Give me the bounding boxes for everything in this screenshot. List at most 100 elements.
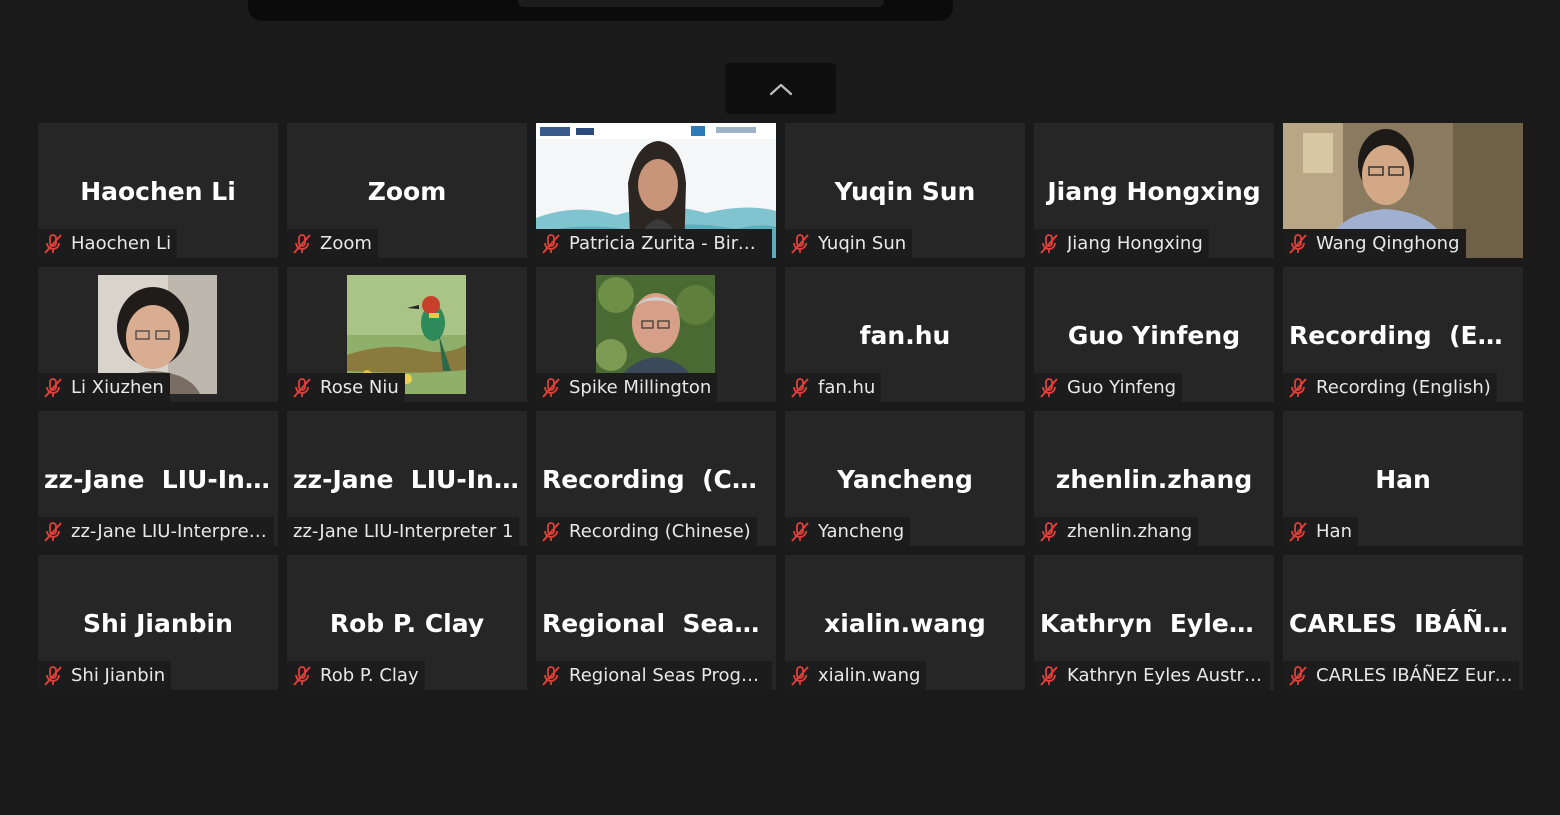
participant-display-name: zz-Jane LIU-Int... xyxy=(44,465,272,494)
participant-tile[interactable]: Rose Niu xyxy=(287,267,527,402)
participant-display-name: Rob P. Clay xyxy=(329,609,485,638)
microphone-muted-icon xyxy=(1040,665,1058,686)
participant-name-tag: Guo Yinfeng xyxy=(1034,373,1183,402)
participant-label: Rob P. Clay xyxy=(320,665,419,686)
microphone-muted-icon xyxy=(293,377,311,398)
microphone-muted-icon xyxy=(791,233,809,254)
participant-display-name: Zoom xyxy=(367,177,447,206)
microphone-muted-icon xyxy=(542,665,560,686)
participant-name-tag: Jiang Hongxing xyxy=(1034,229,1209,258)
participant-name-tag: Recording (English) xyxy=(1283,373,1497,402)
participant-tile-video[interactable]: Wang Qinghong xyxy=(1283,123,1523,258)
participant-tile[interactable]: zz-Jane LIU-Int... zz-Jane LIU-Interpret… xyxy=(38,411,278,546)
participant-label: zhenlin.zhang xyxy=(1067,521,1193,542)
microphone-muted-icon xyxy=(542,521,560,542)
participant-display-name: Guo Yinfeng xyxy=(1067,321,1241,350)
participant-tile[interactable]: Recording (Chi... Recording (Chinese) xyxy=(536,411,776,546)
participant-label: Rose Niu xyxy=(320,377,399,398)
participant-name-tag: Han xyxy=(1283,517,1358,546)
microphone-muted-icon xyxy=(1040,521,1058,542)
participant-tile[interactable]: Shi Jianbin Shi Jianbin xyxy=(38,555,278,690)
participant-tile[interactable]: xialin.wang xialin.wang xyxy=(785,555,1025,690)
participant-label: CARLES IBÁÑEZ Eurecat xyxy=(1316,665,1513,686)
participant-label: Patricia Zurita - BirdLif... xyxy=(569,233,766,254)
participant-name-tag: Rose Niu xyxy=(287,373,405,402)
participant-name-tag: Li Xiuzhen xyxy=(38,373,170,402)
participant-tile[interactable]: CARLES IBÁÑEZ... CARLES IBÁÑEZ Eurecat xyxy=(1283,555,1523,690)
participant-name-tag: zhenlin.zhang xyxy=(1034,517,1199,546)
participant-display-name: zz-Jane LIU-Int... xyxy=(293,465,521,494)
participant-label: Recording (Chinese) xyxy=(569,521,751,542)
participant-tile[interactable]: Jiang Hongxing Jiang Hongxing xyxy=(1034,123,1274,258)
microphone-muted-icon xyxy=(293,233,311,254)
participant-name-tag: Spike Millington xyxy=(536,373,718,402)
participant-name-tag: Zoom xyxy=(287,229,378,258)
participant-label: Yuqin Sun xyxy=(818,233,907,254)
participant-name-tag: zz-Jane LIU-Interpreter 1 xyxy=(287,517,520,546)
participant-display-name: Kathryn Eyles A... xyxy=(1040,609,1268,638)
microphone-muted-icon xyxy=(542,377,560,398)
microphone-muted-icon xyxy=(1289,377,1307,398)
participant-label: Kathryn Eyles Australia xyxy=(1067,665,1264,686)
participant-display-name: Recording (Engl... xyxy=(1289,321,1517,350)
microphone-muted-icon xyxy=(791,377,809,398)
microphone-muted-icon xyxy=(791,521,809,542)
participant-display-name: Jiang Hongxing xyxy=(1047,177,1261,206)
participant-label: Haochen Li xyxy=(71,233,172,254)
participant-tile[interactable]: Haochen Li Haochen Li xyxy=(38,123,278,258)
participant-label: Li Xiuzhen xyxy=(71,377,164,398)
participant-tile[interactable]: Spike Millington xyxy=(536,267,776,402)
participant-tile[interactable]: Zoom Zoom xyxy=(287,123,527,258)
participant-label: Wang Qinghong xyxy=(1316,233,1460,254)
participant-tile[interactable]: Kathryn Eyles A... Kathryn Eyles Austral… xyxy=(1034,555,1274,690)
participant-name-tag: Kathryn Eyles Australia xyxy=(1034,661,1270,690)
participant-display-name: xialin.wang xyxy=(824,609,986,638)
microphone-muted-icon xyxy=(542,233,560,254)
participant-name-tag: Yuqin Sun xyxy=(785,229,913,258)
participant-name-tag: Wang Qinghong xyxy=(1283,229,1466,258)
microphone-muted-icon xyxy=(1040,377,1058,398)
participant-tile[interactable]: Regional Seas P... Regional Seas Progra.… xyxy=(536,555,776,690)
participant-display-name: Recording (Chi... xyxy=(542,465,770,494)
participant-label: xialin.wang xyxy=(818,665,921,686)
microphone-muted-icon xyxy=(293,665,311,686)
participant-tile-video[interactable]: Patricia Zurita - BirdLif... xyxy=(536,123,776,258)
participant-tile[interactable]: zz-Jane LIU-Int... zz-Jane LIU-Interpret… xyxy=(287,411,527,546)
participant-tile[interactable]: Rob P. Clay Rob P. Clay xyxy=(287,555,527,690)
participant-label: Han xyxy=(1316,521,1352,542)
participant-name-tag: Recording (Chinese) xyxy=(536,517,757,546)
microphone-muted-icon xyxy=(44,665,62,686)
microphone-muted-icon xyxy=(1289,233,1307,254)
participant-label: Zoom xyxy=(320,233,372,254)
microphone-muted-icon xyxy=(44,233,62,254)
participant-display-name: zhenlin.zhang xyxy=(1055,465,1253,494)
microphone-muted-icon xyxy=(1040,233,1058,254)
participant-tile[interactable]: Yuqin Sun Yuqin Sun xyxy=(785,123,1025,258)
participant-label: Yancheng xyxy=(818,521,905,542)
microphone-muted-icon xyxy=(44,521,62,542)
participant-display-name: Han xyxy=(1375,465,1431,494)
gallery-view: Haochen Li Haochen Li Zoom Zoom Patricia… xyxy=(38,123,1523,690)
participant-display-name: fan.hu xyxy=(859,321,951,350)
participant-display-name: Shi Jianbin xyxy=(83,609,233,638)
chevron-up-icon xyxy=(769,83,792,95)
participant-name-tag: Regional Seas Progra... xyxy=(536,661,772,690)
participant-display-name: Yancheng xyxy=(837,465,973,494)
participant-tile[interactable]: fan.hu fan.hu xyxy=(785,267,1025,402)
participant-tile[interactable]: Guo Yinfeng Guo Yinfeng xyxy=(1034,267,1274,402)
participant-name-tag: fan.hu xyxy=(785,373,882,402)
participant-display-name: Regional Seas P... xyxy=(542,609,770,638)
participant-name-tag: Patricia Zurita - BirdLif... xyxy=(536,229,772,258)
participant-name-tag: xialin.wang xyxy=(785,661,927,690)
participant-tile[interactable]: Yancheng Yancheng xyxy=(785,411,1025,546)
participant-label: Recording (English) xyxy=(1316,377,1491,398)
participant-display-name: CARLES IBÁÑEZ... xyxy=(1289,609,1517,638)
top-toolbar xyxy=(248,0,953,21)
participant-tile[interactable]: Han Han xyxy=(1283,411,1523,546)
participant-tile[interactable]: Li Xiuzhen xyxy=(38,267,278,402)
participant-name-tag: Haochen Li xyxy=(38,229,178,258)
participant-name-tag: Yancheng xyxy=(785,517,911,546)
hide-thumbnails-button[interactable] xyxy=(725,63,836,114)
participant-tile[interactable]: Recording (Engl... Recording (English) xyxy=(1283,267,1523,402)
participant-tile[interactable]: zhenlin.zhang zhenlin.zhang xyxy=(1034,411,1274,546)
